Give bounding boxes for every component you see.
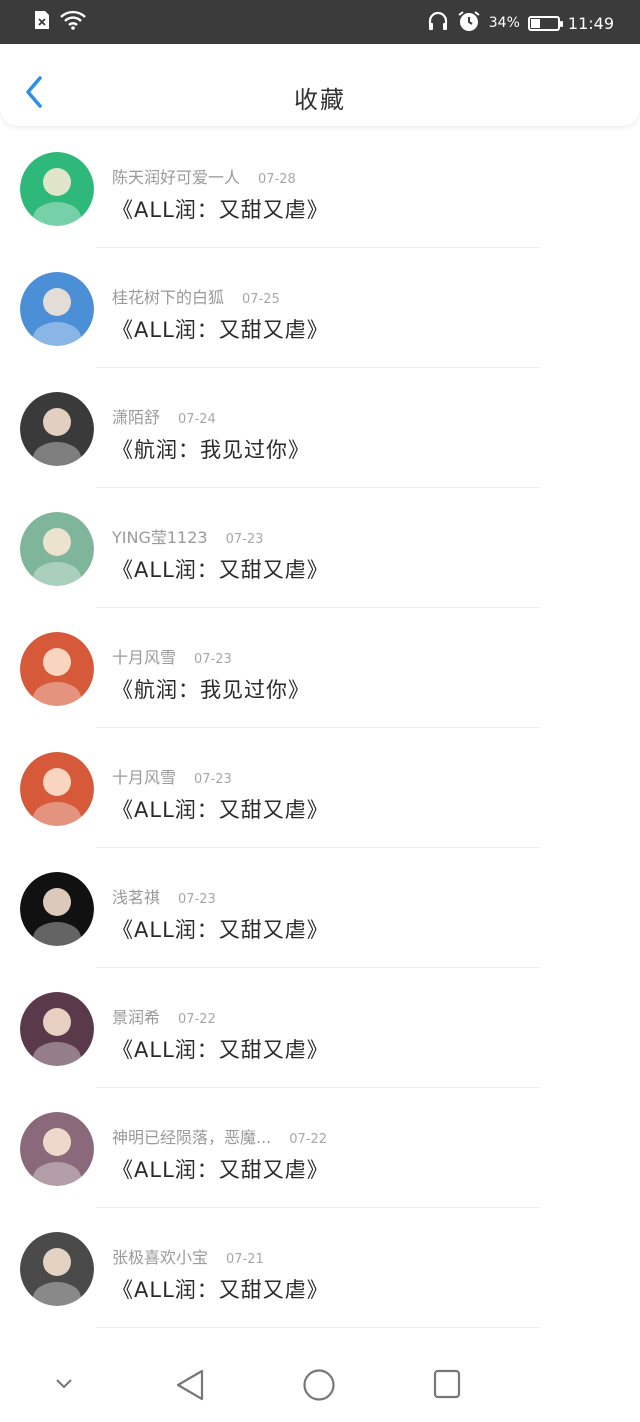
avatar[interactable] [20,272,94,346]
list-item[interactable]: 潇陌舒 07-24 《航润：我见过你》 [0,368,640,488]
back-nav-button[interactable] [174,1368,206,1406]
recents-square-icon [433,1369,461,1399]
favorites-list: 陈天润好可爱一人 07-28 《ALL润：又甜又虐》 桂花树下的白狐 07-25 《ALL… [0,128,640,1328]
post-date: 07-22 [289,1132,328,1147]
page-title: 收藏 [294,86,346,114]
list-item[interactable]: 神明已经陨落，恶魔... 07-22 《ALL润：又甜又虐》 [0,1088,640,1208]
clock: 11:49 [567,13,614,33]
item-meta: 十月风雪 07-23 [112,644,232,668]
post-title[interactable]: 《ALL润：又甜又虐》 [112,554,329,584]
post-title[interactable]: 《ALL润：又甜又虐》 [112,1274,329,1304]
post-date: 07-21 [226,1252,264,1267]
item-meta: YING莹1123 07-23 [112,524,263,548]
author-name[interactable]: 景润希 [112,1004,160,1028]
avatar[interactable] [20,992,94,1066]
collapse-button[interactable] [54,1376,74,1395]
post-date: 07-28 [258,172,296,187]
list-item[interactable]: 浅茗祺 07-23 《ALL润：又甜又虐》 [0,848,640,968]
post-title[interactable]: 《航润：我见过你》 [112,434,310,464]
item-meta: 浅茗祺 07-23 [112,884,216,908]
author-name[interactable]: 潇陌舒 [112,404,160,428]
post-title[interactable]: 《ALL润：又甜又虐》 [112,194,329,224]
post-title[interactable]: 《ALL润：又甜又虐》 [112,794,329,824]
list-item[interactable]: 景润希 07-22 《ALL润：又甜又虐》 [0,968,640,1088]
post-date: 07-23 [178,892,216,907]
post-title[interactable]: 《ALL润：又甜又虐》 [112,914,329,944]
post-title[interactable]: 《ALL润：又甜又虐》 [112,1034,329,1064]
list-item[interactable]: 陈天润好可爱一人 07-28 《ALL润：又甜又虐》 [0,128,640,248]
battery-icon [527,15,563,31]
author-name[interactable]: 神明已经陨落，恶魔... [112,1124,271,1148]
list-item[interactable]: 张极喜欢小宝 07-21 《ALL润：又甜又虐》 [0,1208,640,1328]
post-date: 07-24 [178,412,216,427]
list-item[interactable]: YING莹1123 07-23 《ALL润：又甜又虐》 [0,488,640,608]
avatar[interactable] [20,1112,94,1186]
list-item[interactable]: 桂花树下的白狐 07-25 《ALL润：又甜又虐》 [0,248,640,368]
battery-percent: 34% [488,15,520,31]
header: 收藏 [0,44,640,126]
item-meta: 桂花树下的白狐 07-25 [112,284,280,308]
item-meta: 潇陌舒 07-24 [112,404,216,428]
author-name[interactable]: 浅茗祺 [112,884,160,908]
back-triangle-icon [176,1369,204,1401]
avatar[interactable] [20,632,94,706]
author-name[interactable]: 张极喜欢小宝 [112,1244,208,1268]
list-item[interactable]: 十月风雪 07-23 《ALL润：又甜又虐》 [0,728,640,848]
wifi-icon [60,10,86,34]
post-date: 07-25 [242,292,280,307]
avatar[interactable] [20,752,94,826]
divider [96,1327,540,1328]
post-title[interactable]: 《航润：我见过你》 [112,674,310,704]
author-name[interactable]: 桂花树下的白狐 [112,284,224,308]
author-name[interactable]: YING莹1123 [112,524,208,548]
list-item[interactable]: 十月风雪 07-23 《航润：我见过你》 [0,608,640,728]
item-meta: 神明已经陨落，恶魔... 07-22 [112,1124,327,1148]
item-meta: 景润希 07-22 [112,1004,216,1028]
alarm-icon [457,10,481,36]
post-title[interactable]: 《ALL润：又甜又虐》 [112,1154,329,1184]
avatar[interactable] [20,872,94,946]
headphones-icon [427,11,449,35]
item-meta: 张极喜欢小宝 07-21 [112,1244,264,1268]
author-name[interactable]: 陈天润好可爱一人 [112,164,240,188]
post-date: 07-22 [178,1012,216,1027]
item-meta: 十月风雪 07-23 [112,764,232,788]
status-bar: 34% 11:49 [0,0,640,44]
home-circle-icon [303,1369,335,1401]
post-date: 07-23 [225,532,264,547]
post-date: 07-23 [194,652,232,667]
avatar[interactable] [20,152,94,226]
author-name[interactable]: 十月风雪 [112,764,176,788]
collapse-icon [56,1379,72,1389]
avatar[interactable] [20,392,94,466]
post-date: 07-23 [194,772,232,787]
recents-nav-button[interactable] [432,1368,462,1404]
avatar[interactable] [20,512,94,586]
post-title[interactable]: 《ALL润：又甜又虐》 [112,314,329,344]
sim-icon [34,10,50,34]
home-nav-button[interactable] [302,1368,336,1406]
item-meta: 陈天润好可爱一人 07-28 [112,164,296,188]
avatar[interactable] [20,1232,94,1306]
system-nav-bar [0,1346,640,1422]
author-name[interactable]: 十月风雪 [112,644,176,668]
